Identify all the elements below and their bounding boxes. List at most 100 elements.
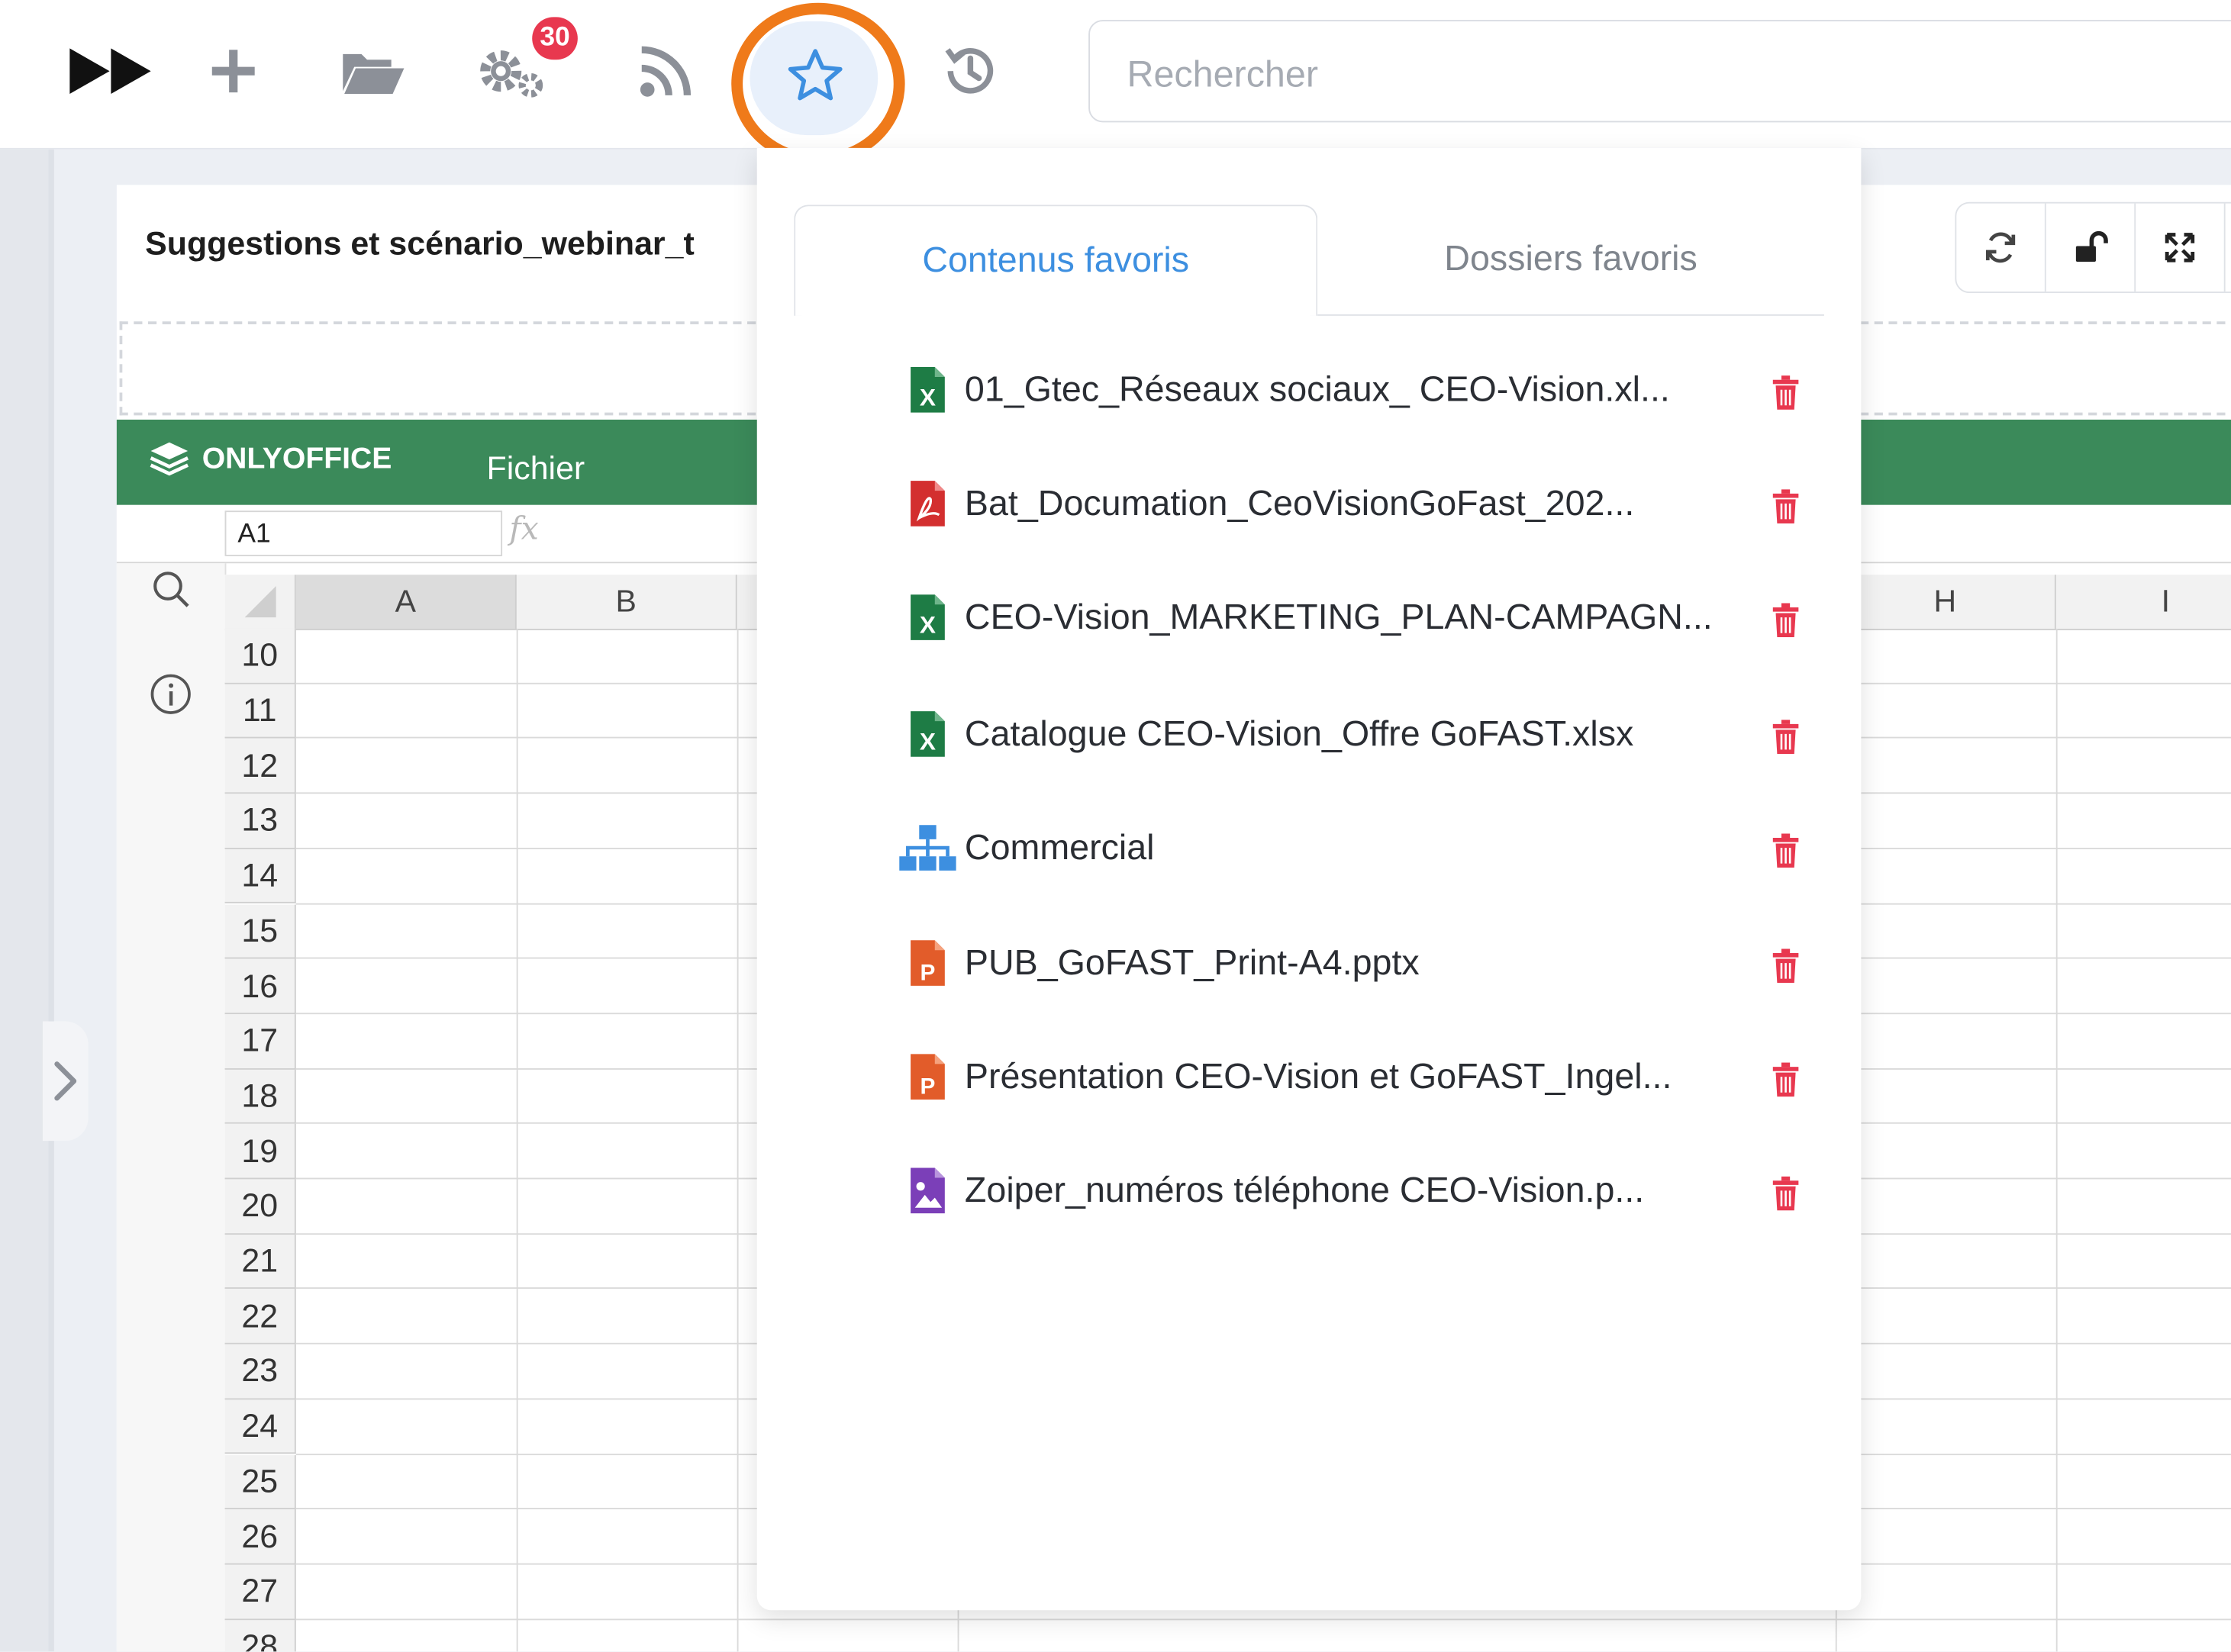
trash-icon [1772,375,1799,410]
row-header[interactable]: 28 [224,1619,296,1652]
trash-icon [1772,948,1799,984]
row-header[interactable]: 14 [224,849,296,904]
info-icon[interactable] [148,671,194,717]
menu-fichier[interactable]: Fichier [487,449,585,488]
delete-favorite-button[interactable] [1767,1172,1804,1215]
favorite-item[interactable]: Zoiper_numéros téléphone CEO-Vision.p... [899,1151,1810,1230]
highlight-ring [731,2,905,166]
left-gutter-edge [48,147,54,1652]
expand-sidebar-button[interactable] [42,1021,89,1142]
delete-favorite-button[interactable] [1767,485,1804,528]
fx-label[interactable]: fx [509,512,538,548]
row-header[interactable]: 21 [224,1234,296,1290]
create-button[interactable] [176,14,290,128]
row-header[interactable]: 15 [224,903,296,959]
excel-file-icon: X [899,589,956,646]
tab-contenus-favoris[interactable]: Contenus favoris [794,204,1318,316]
row-header[interactable]: 10 [224,628,296,684]
svg-text:X: X [920,727,936,755]
column-header-b[interactable]: B [517,575,737,629]
screen: Suggestions et scénario_webinar_t ONLYOF… [0,0,2231,1652]
row-header[interactable]: 17 [224,1013,296,1070]
column-divider [737,628,739,1652]
trash-icon [1772,720,1799,755]
notification-badge: 30 [532,17,578,60]
onlyoffice-logo: ONLYOFFICE [148,440,392,479]
row-header[interactable]: 23 [224,1344,296,1399]
unlock-icon [2075,230,2108,262]
row-header[interactable]: 25 [224,1454,296,1510]
home-logo-button[interactable] [54,14,168,128]
select-all-corner[interactable] [225,575,296,629]
document-toolbar [1955,201,2231,294]
row-header[interactable]: 26 [224,1509,296,1565]
rss-icon [640,46,692,97]
row-header[interactable]: 13 [224,794,296,849]
chevron-right-icon [54,1061,77,1101]
top-navigation-bar: 30 Rechercher [0,0,2231,166]
favorite-item-label: 01_Gtec_Réseaux sociaux_ CEO-Vision.xl..… [964,369,1670,409]
favorite-item[interactable]: P PUB_GoFAST_Print-A4.pptx [899,923,1810,1003]
cell-reference-field[interactable]: A1 [224,510,503,556]
fullscreen-button[interactable] [2136,203,2226,292]
favorite-item-label: Catalogue CEO-Vision_Offre GoFAST.xlsx [964,713,1634,754]
sitemap-folder-icon [899,820,956,877]
svg-text:P: P [920,1074,936,1100]
search-placeholder: Rechercher [1127,52,1319,95]
refresh-button[interactable] [1956,203,2046,292]
row-header[interactable]: 16 [224,958,296,1014]
delete-favorite-button[interactable] [1767,945,1804,987]
row-divider [295,1618,2231,1620]
delete-favorite-button[interactable] [1767,372,1804,414]
favorite-item[interactable]: Commercial [899,808,1810,887]
svg-text:X: X [920,383,936,411]
favorite-item-label: CEO-Vision_MARKETING_PLAN-CAMPAGN... [964,597,1713,637]
trash-icon [1772,1176,1799,1211]
row-header[interactable]: 22 [224,1289,296,1344]
delete-favorite-button[interactable] [1767,599,1804,642]
favorite-item[interactable]: X Catalogue CEO-Vision_Offre GoFAST.xlsx [899,694,1810,774]
select-all-icon [243,586,276,618]
column-header-h[interactable]: H [1836,575,2056,629]
files-button[interactable] [316,14,430,128]
tab-dossiers-favoris[interactable]: Dossiers favoris [1317,204,1824,316]
column-divider [2055,628,2058,1652]
document-title: Suggestions et scénario_webinar_t [145,224,695,262]
fast-forward-icon [69,48,151,95]
row-header[interactable]: 18 [224,1069,296,1125]
favorites-dropdown: Dossiers favoris Contenus favoris X 01_G… [756,147,1862,1611]
pdf-file-icon [899,475,956,533]
trash-icon [1772,489,1799,524]
favorite-item[interactable]: X CEO-Vision_MARKETING_PLAN-CAMPAGN... [899,578,1810,657]
activity-feed-button[interactable] [609,14,723,128]
excel-file-icon: X [899,362,956,419]
svg-text:P: P [920,960,936,985]
search-input[interactable]: Rechercher [1088,20,2231,123]
row-header[interactable]: 11 [224,684,296,739]
favorite-item[interactable]: X 01_Gtec_Réseaux sociaux_ CEO-Vision.xl… [899,350,1810,430]
row-header[interactable]: 19 [224,1124,296,1180]
favorite-item[interactable]: Bat_Documation_CeoVisionGoFast_202... [899,464,1810,543]
left-gutter [0,147,49,1652]
trash-icon [1772,833,1799,868]
row-header[interactable]: 24 [224,1399,296,1455]
delete-favorite-button[interactable] [1767,716,1804,758]
layers-icon [150,442,189,476]
row-header[interactable]: 27 [224,1564,296,1620]
column-header-a[interactable]: A [295,575,517,629]
editor-side-panel [116,563,227,1652]
history-button[interactable] [914,14,1027,128]
delete-favorite-button[interactable] [1767,829,1804,872]
search-icon[interactable] [151,569,191,612]
favorite-item-label: Bat_Documation_CeoVisionGoFast_202... [964,482,1635,523]
favorite-item[interactable]: P Présentation CEO-Vision et GoFAST_Inge… [899,1037,1810,1116]
column-divider [516,628,518,1652]
column-header-i[interactable]: I [2056,575,2231,629]
trash-icon [1772,603,1799,638]
favorite-item-label: PUB_GoFAST_Print-A4.pptx [964,942,1420,983]
row-header[interactable]: 12 [224,739,296,794]
row-header[interactable]: 20 [224,1179,296,1235]
delete-favorite-button[interactable] [1767,1058,1804,1101]
powerpoint-file-icon: P [899,935,956,992]
unlock-button[interactable] [2046,203,2136,292]
